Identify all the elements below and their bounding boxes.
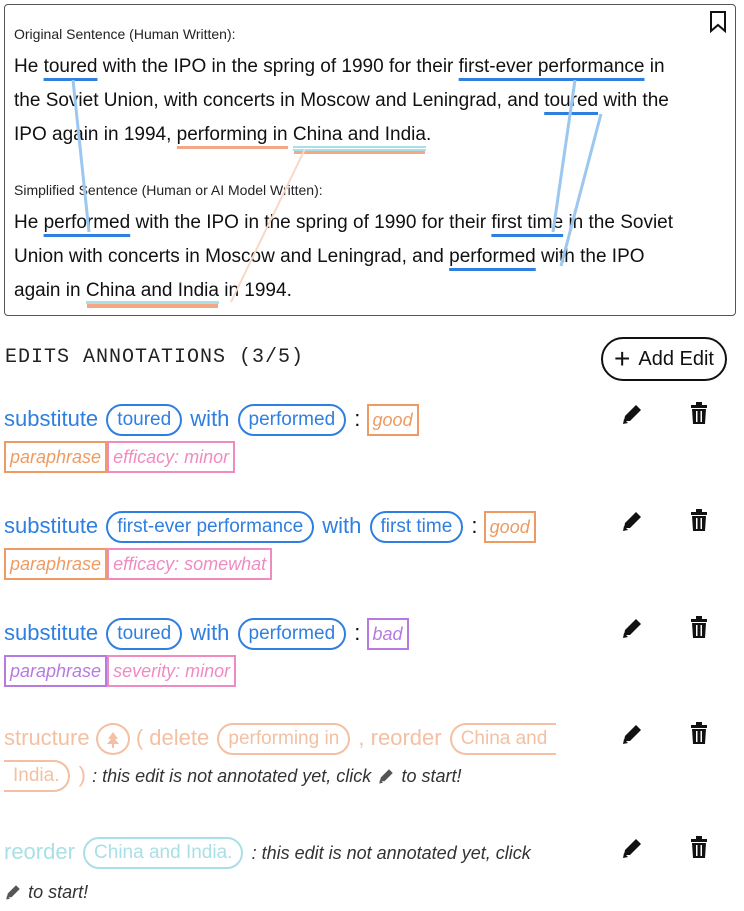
highlight-performed-1[interactable]: performed bbox=[44, 212, 131, 233]
pencil-icon bbox=[6, 885, 20, 900]
edit-pencil-icon[interactable] bbox=[621, 836, 643, 860]
highlight-first-time[interactable]: first time bbox=[491, 212, 563, 233]
edit-pencil-icon[interactable] bbox=[621, 722, 643, 746]
trash-icon[interactable] bbox=[688, 509, 710, 533]
quality-tag: bad bbox=[366, 618, 409, 651]
edit-item-2: substitute first-ever performance with f… bbox=[4, 507, 604, 581]
not-annotated-note: : this edit is not annotated yet, click bbox=[251, 843, 531, 863]
highlight-performing-in[interactable]: performing in bbox=[176, 124, 288, 149]
trash-icon[interactable] bbox=[688, 402, 710, 426]
trash-icon[interactable] bbox=[688, 616, 710, 640]
edit-item-3: substitute toured with performed : bad p… bbox=[4, 614, 604, 688]
edit-item-4: structure ( delete performing in , reord… bbox=[4, 719, 604, 795]
quality-tag: good bbox=[483, 511, 536, 544]
add-edit-button[interactable]: + Add Edit bbox=[601, 337, 727, 381]
highlight-first-ever[interactable]: first-ever performance bbox=[459, 56, 645, 77]
simplified-caption: Simplified Sentence (Human or AI Model W… bbox=[14, 182, 323, 198]
trash-icon[interactable] bbox=[688, 722, 710, 746]
pencil-icon bbox=[379, 769, 394, 784]
sentence-card: Original Sentence (Human Written): He to… bbox=[4, 4, 736, 316]
delete-pill[interactable]: performing in bbox=[217, 723, 351, 756]
highlight-performed-2[interactable]: performed bbox=[449, 246, 536, 267]
edit-target-pill[interactable]: performed bbox=[237, 618, 347, 651]
edit-operation: reorder bbox=[4, 839, 75, 864]
highlight-china-india-simplified[interactable]: China and India bbox=[85, 280, 219, 304]
original-caption: Original Sentence (Human Written): bbox=[14, 26, 236, 42]
edit-pencil-icon[interactable] bbox=[621, 402, 643, 426]
edit-operation: substitute bbox=[4, 513, 99, 538]
type-tag: paraphrase bbox=[4, 441, 108, 474]
reorder-pill-cont[interactable]: India. bbox=[4, 760, 71, 793]
edit-source-pill[interactable]: first-ever performance bbox=[106, 511, 315, 544]
edit-target-pill[interactable]: first time bbox=[369, 511, 464, 544]
plus-icon: + bbox=[614, 343, 631, 374]
rating-tag: severity: minor bbox=[107, 655, 237, 688]
rating-tag: efficacy: somewhat bbox=[107, 548, 273, 581]
highlight-toured-2[interactable]: toured bbox=[544, 90, 598, 111]
original-sentence: He toured with the IPO in the spring of … bbox=[14, 50, 714, 152]
edit-item-1: substitute toured with performed : good … bbox=[4, 400, 604, 474]
reorder-pill[interactable]: China and bbox=[449, 723, 557, 756]
reorder-pill[interactable]: China and India. bbox=[83, 837, 244, 870]
type-tag: paraphrase bbox=[4, 655, 108, 688]
edit-operation: substitute bbox=[4, 406, 99, 431]
not-annotated-note: : this edit is not annotated yet, click bbox=[92, 766, 372, 786]
rating-tag: efficacy: minor bbox=[107, 441, 236, 474]
type-tag: paraphrase bbox=[4, 548, 108, 581]
edit-operation: structure bbox=[4, 725, 90, 750]
highlight-china-india[interactable]: China and India bbox=[292, 124, 426, 151]
edit-pencil-icon[interactable] bbox=[621, 616, 643, 640]
tree-icon bbox=[95, 723, 130, 756]
edit-pencil-icon[interactable] bbox=[621, 509, 643, 533]
edit-source-pill[interactable]: toured bbox=[106, 404, 183, 437]
edit-source-pill[interactable]: toured bbox=[106, 618, 183, 651]
trash-icon[interactable] bbox=[688, 836, 710, 860]
edit-operation: substitute bbox=[4, 620, 99, 645]
simplified-sentence: He performed with the IPO in the spring … bbox=[14, 206, 714, 308]
bookmark-icon[interactable] bbox=[709, 11, 727, 33]
edit-target-pill[interactable]: performed bbox=[237, 404, 347, 437]
quality-tag: good bbox=[366, 404, 419, 437]
edits-annotations-title: EDITS ANNOTATIONS (3/5) bbox=[5, 346, 305, 369]
highlight-toured-1[interactable]: toured bbox=[44, 56, 98, 77]
edit-item-5: reorder China and India. : this edit is … bbox=[4, 837, 531, 902]
